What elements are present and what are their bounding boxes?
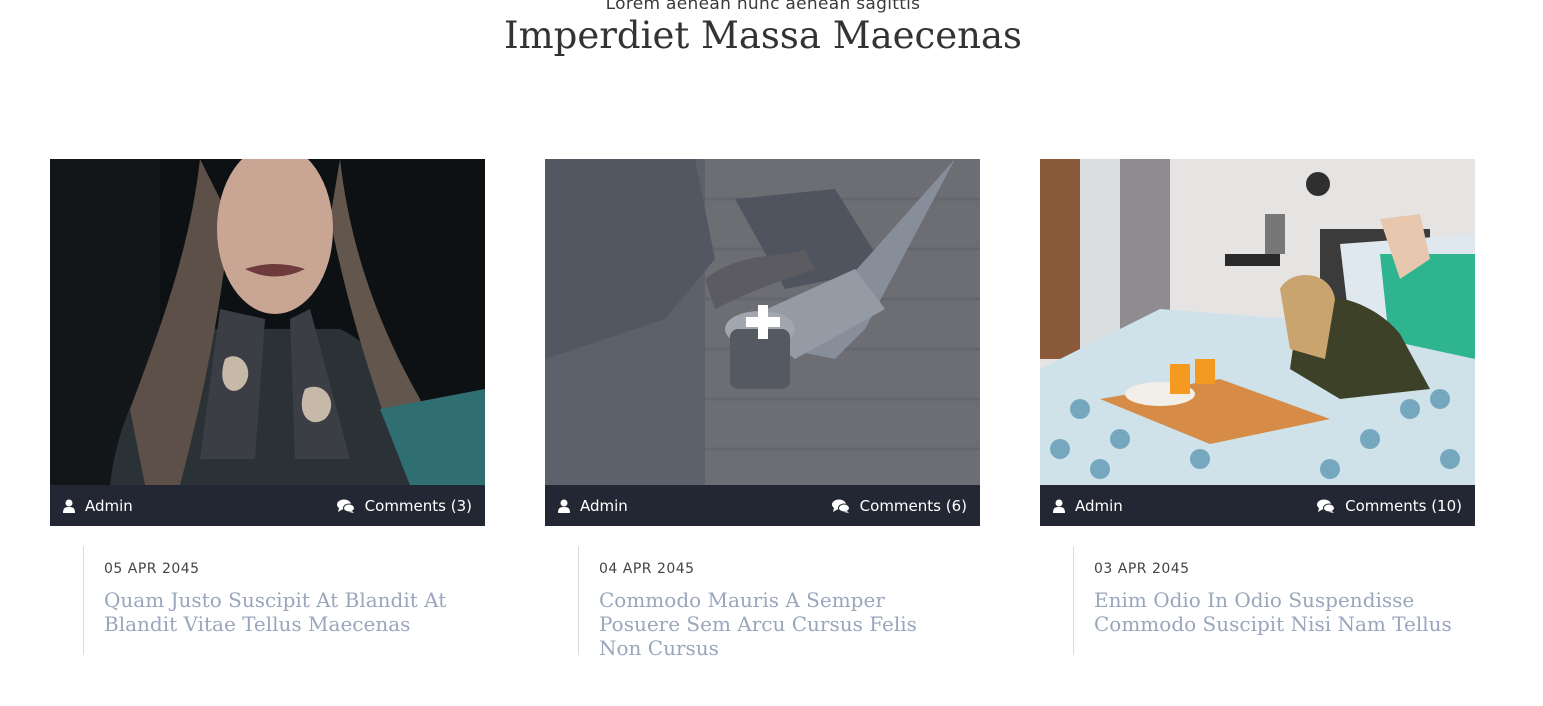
author-link[interactable]: Admin bbox=[558, 497, 628, 515]
comments-icon bbox=[831, 499, 850, 513]
woman-tattoos-photo[interactable] bbox=[50, 159, 485, 485]
blog-card: Admin Comments (10) 03 APR 2045 Enim Odi… bbox=[1040, 159, 1475, 655]
author-link[interactable]: Admin bbox=[1053, 497, 1123, 515]
blog-card: Admin Comments (6) 04 APR 2045 Commodo M… bbox=[545, 159, 980, 660]
user-icon bbox=[63, 499, 75, 513]
laptop-coffee-photo[interactable] bbox=[545, 159, 980, 485]
post-body: 03 APR 2045 Enim Odio In Odio Suspendiss… bbox=[1073, 546, 1475, 655]
post-date: 03 APR 2045 bbox=[1094, 561, 1190, 577]
plus-icon[interactable] bbox=[745, 305, 780, 339]
comments-count: Comments (3) bbox=[364, 496, 472, 515]
section-title: Imperdiet Massa Maecenas bbox=[503, 14, 1023, 57]
blog-card: Admin Comments (3) 05 APR 2045 Quam Just… bbox=[50, 159, 485, 655]
post-date: 05 APR 2045 bbox=[104, 561, 200, 577]
post-title-link[interactable]: Commodo Mauris A Semper Posuere Sem Arcu… bbox=[599, 588, 960, 660]
comments-count: Comments (6) bbox=[859, 496, 967, 515]
author-name: Admin bbox=[580, 496, 628, 515]
user-icon bbox=[558, 499, 570, 513]
comments-link[interactable]: Comments (3) bbox=[336, 496, 472, 515]
comments-count: Comments (10) bbox=[1345, 496, 1462, 515]
post-meta-bar: Admin Comments (10) bbox=[1040, 485, 1475, 526]
comments-link[interactable]: Comments (6) bbox=[831, 496, 967, 515]
post-meta-bar: Admin Comments (3) bbox=[50, 485, 485, 526]
author-link[interactable]: Admin bbox=[63, 497, 133, 515]
post-body: 05 APR 2045 Quam Justo Suscipit At Bland… bbox=[83, 546, 485, 655]
comments-link[interactable]: Comments (10) bbox=[1317, 497, 1462, 515]
comments-icon bbox=[1317, 499, 1336, 513]
post-title-link[interactable]: Quam Justo Suscipit At Blandit At Blandi… bbox=[104, 588, 465, 636]
post-meta-bar: Admin Comments (6) bbox=[545, 485, 980, 526]
comments-icon bbox=[336, 499, 355, 513]
post-title-link[interactable]: Enim Odio In Odio Suspendisse Commodo Su… bbox=[1094, 588, 1455, 636]
user-icon bbox=[1053, 499, 1065, 513]
woman-bed-breakfast-photo[interactable] bbox=[1040, 159, 1475, 485]
author-name: Admin bbox=[1075, 496, 1123, 515]
post-date: 04 APR 2045 bbox=[599, 561, 695, 577]
section-eyebrow: Lorem aenean nunc aenean sagittis bbox=[605, 0, 921, 14]
author-name: Admin bbox=[85, 496, 133, 515]
post-body: 04 APR 2045 Commodo Mauris A Semper Posu… bbox=[578, 546, 980, 660]
